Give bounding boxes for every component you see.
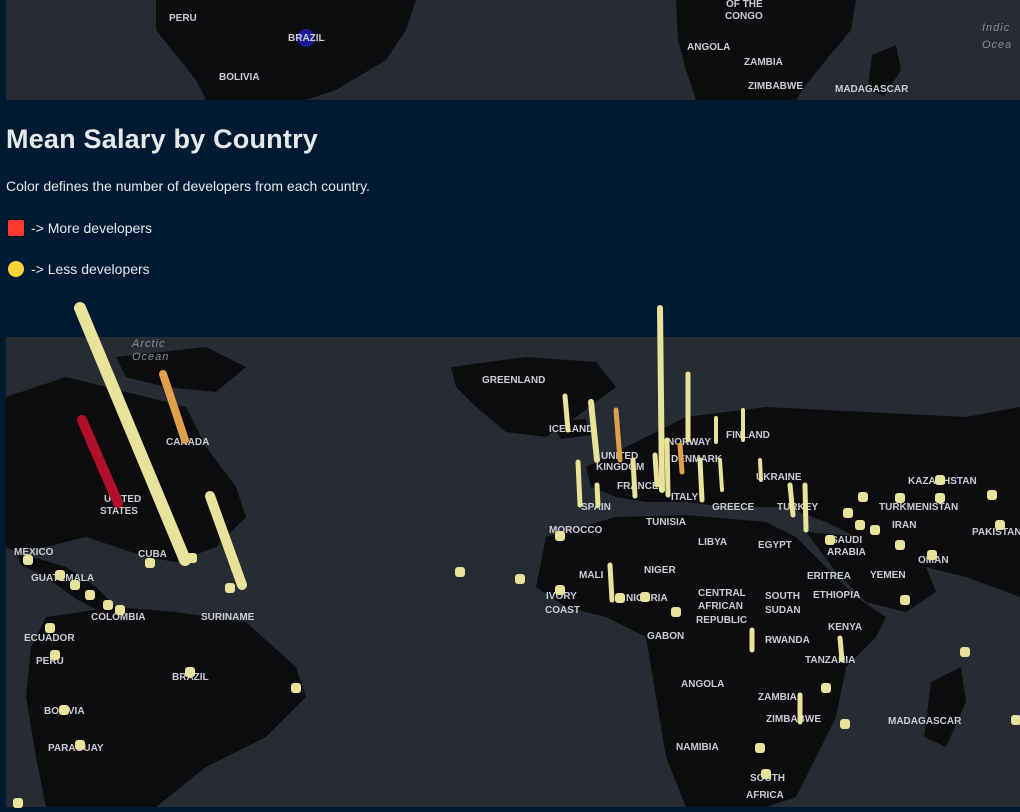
map-label: GABON (647, 631, 684, 642)
map-label: RWANDA (765, 635, 810, 646)
map-label: IVORY (546, 591, 577, 602)
map-label: MEXICO (14, 547, 54, 558)
map-label: GREENLAND (482, 375, 545, 386)
map-label: MALI (579, 570, 604, 581)
map-label: TUNISIA (646, 517, 686, 528)
map-label: OMAN (918, 555, 949, 566)
map-label: KENYA (828, 622, 862, 633)
map-label: KINGDOM (596, 462, 644, 473)
map-label: UNITED (104, 494, 141, 505)
map-label: Ocea (982, 39, 1012, 51)
map-label: MADAGASCAR (835, 84, 909, 95)
map-label: SUDAN (765, 605, 801, 616)
section-caption: Color defines the number of developers f… (6, 178, 370, 194)
map-label: KAZAKHSTAN (908, 476, 977, 487)
north-america-landmass (6, 377, 246, 562)
red-square-icon (8, 220, 24, 236)
map-label: GREECE (712, 502, 755, 513)
map-label: PARAGUAY (48, 743, 104, 754)
map-label: SURINAME (201, 612, 255, 623)
map-label: SPAIN (581, 502, 611, 513)
map-label: BOLIVIA (44, 706, 85, 717)
yellow-circle-icon (8, 261, 24, 277)
map-label: COLOMBIA (91, 612, 145, 623)
map-label: CANADA (166, 437, 209, 448)
map-label: Arctic (131, 338, 166, 350)
map-label: AFRICAN (698, 601, 743, 612)
map-label: MOROCCO (549, 525, 603, 536)
map-label: ITALY (671, 492, 699, 503)
map-label: COAST (545, 605, 580, 616)
map-label: NIGER (644, 565, 676, 576)
map-label: ETHIOPIA (813, 590, 860, 601)
map-label: NIGERIA (626, 593, 668, 604)
map-label: EGYPT (758, 540, 792, 551)
map-label: Ocean (132, 351, 169, 363)
map-label: OF THE (726, 0, 763, 10)
map-label: TURKEY (777, 502, 818, 513)
map-label: UNITED (601, 451, 638, 462)
map-label: ERITREA (807, 571, 851, 582)
legend-label: -> Less developers (31, 261, 150, 277)
map-label: REPUBLIC (696, 615, 747, 626)
map-label: ZIMBABWE (766, 714, 821, 725)
map-label: STATES (100, 506, 138, 517)
map-label: NAMIBIA (676, 742, 719, 753)
map-label: CENTRAL (698, 588, 746, 599)
map-label: UKRAINE (756, 472, 802, 483)
map-label: SOUTH (765, 591, 800, 602)
map-label: GUATEMALA (31, 573, 94, 584)
section-title: Mean Salary by Country (6, 124, 318, 154)
map-label: FINLAND (726, 430, 770, 441)
top-map-view[interactable]: PERU BRAZIL BOLIVIA OF THE CONGO ANGOLA … (6, 0, 1020, 100)
map-label: SOUTH (750, 773, 785, 784)
map-label: ZAMBIA (758, 692, 797, 703)
map-label: SAUDI (831, 535, 862, 546)
legend-less: -> Less developers (8, 261, 150, 277)
map-label: YEMEN (870, 570, 906, 581)
map-label: ICELAND (549, 424, 593, 435)
map-label: NORWAY (667, 437, 711, 448)
map-label: IRAN (892, 520, 916, 531)
map-label: TANZANIA (805, 655, 855, 666)
map-label: ANGOLA (687, 42, 730, 53)
map-label: ARABIA (827, 547, 866, 558)
map-label: Indic (982, 22, 1010, 34)
map-label: PERU (169, 13, 197, 24)
map-label: BRAZIL (172, 672, 209, 683)
map-label: ANGOLA (681, 679, 724, 690)
map-label: PAKISTAN (972, 527, 1020, 538)
map-label: LIBYA (698, 537, 727, 548)
map-label: BOLIVIA (219, 72, 260, 83)
legend-more: -> More developers (8, 220, 152, 236)
map-label: BRAZIL (288, 33, 325, 44)
main-map-view[interactable]: Arctic Ocean GREENLAND ICELAND CANADA UN… (6, 337, 1020, 807)
map-label: ECUADOR (24, 633, 75, 644)
map-label: DENMARK (671, 454, 723, 465)
map-label: CONGO (725, 11, 763, 22)
map-label: AFRICA (746, 790, 784, 801)
map-label: ZAMBIA (744, 57, 783, 68)
map-label: PERU (36, 656, 64, 667)
madagascar-landmass (924, 667, 966, 747)
legend-label: -> More developers (31, 220, 153, 236)
map-label: ZIMBABWE (748, 81, 803, 92)
map-label: TURKMENISTAN (879, 502, 958, 513)
map-label: CUBA (138, 549, 167, 560)
map-label: MADAGASCAR (888, 716, 962, 727)
map-label: FRANCE (617, 481, 659, 492)
